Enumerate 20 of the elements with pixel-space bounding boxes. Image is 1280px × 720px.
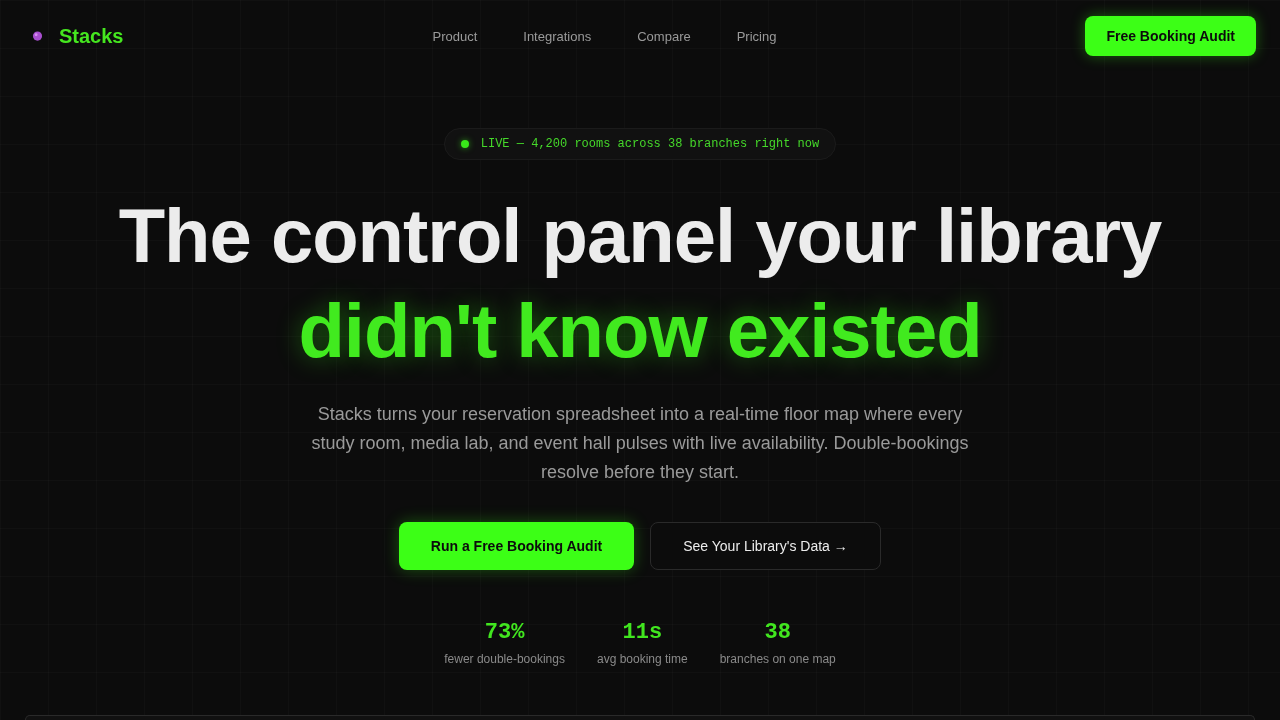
stat-value: 73% (484, 619, 525, 647)
stat-value: 11s (622, 619, 663, 647)
nav-link[interactable]: Product (432, 28, 478, 44)
orb-icon (32, 30, 43, 42)
stat-label: fewer double-bookings (444, 651, 565, 667)
nav-link[interactable]: Compare (637, 28, 691, 44)
hero-description: Stacks turns your reservation spreadsheet into a real-time floor map where every study room, media lab, and event hall pulses with live availability. Double-bookings resolve before they start. (310, 403, 970, 484)
stat-label: branches on one map (719, 651, 836, 667)
badge-text: LIVE — 4,200 rooms across 38 branches right now (480, 137, 820, 151)
headline-highlight: didn't know existed (298, 287, 982, 375)
stat-label: avg booking time (596, 651, 688, 667)
stat-value: 38 (764, 619, 791, 647)
data-button[interactable]: See Your Library's Data → (650, 522, 881, 570)
status-dot-icon (460, 140, 469, 148)
logo-link[interactable]: Stacks (59, 24, 124, 48)
audit-button[interactable]: Run a Free Booking Audit (399, 522, 634, 570)
booking-audit-button[interactable]: Free Booking Audit (1085, 16, 1256, 56)
nav-link[interactable]: Pricing (736, 28, 777, 44)
nav-link[interactable]: Integrations (523, 28, 592, 44)
headline: The control panel your library (118, 192, 1162, 280)
